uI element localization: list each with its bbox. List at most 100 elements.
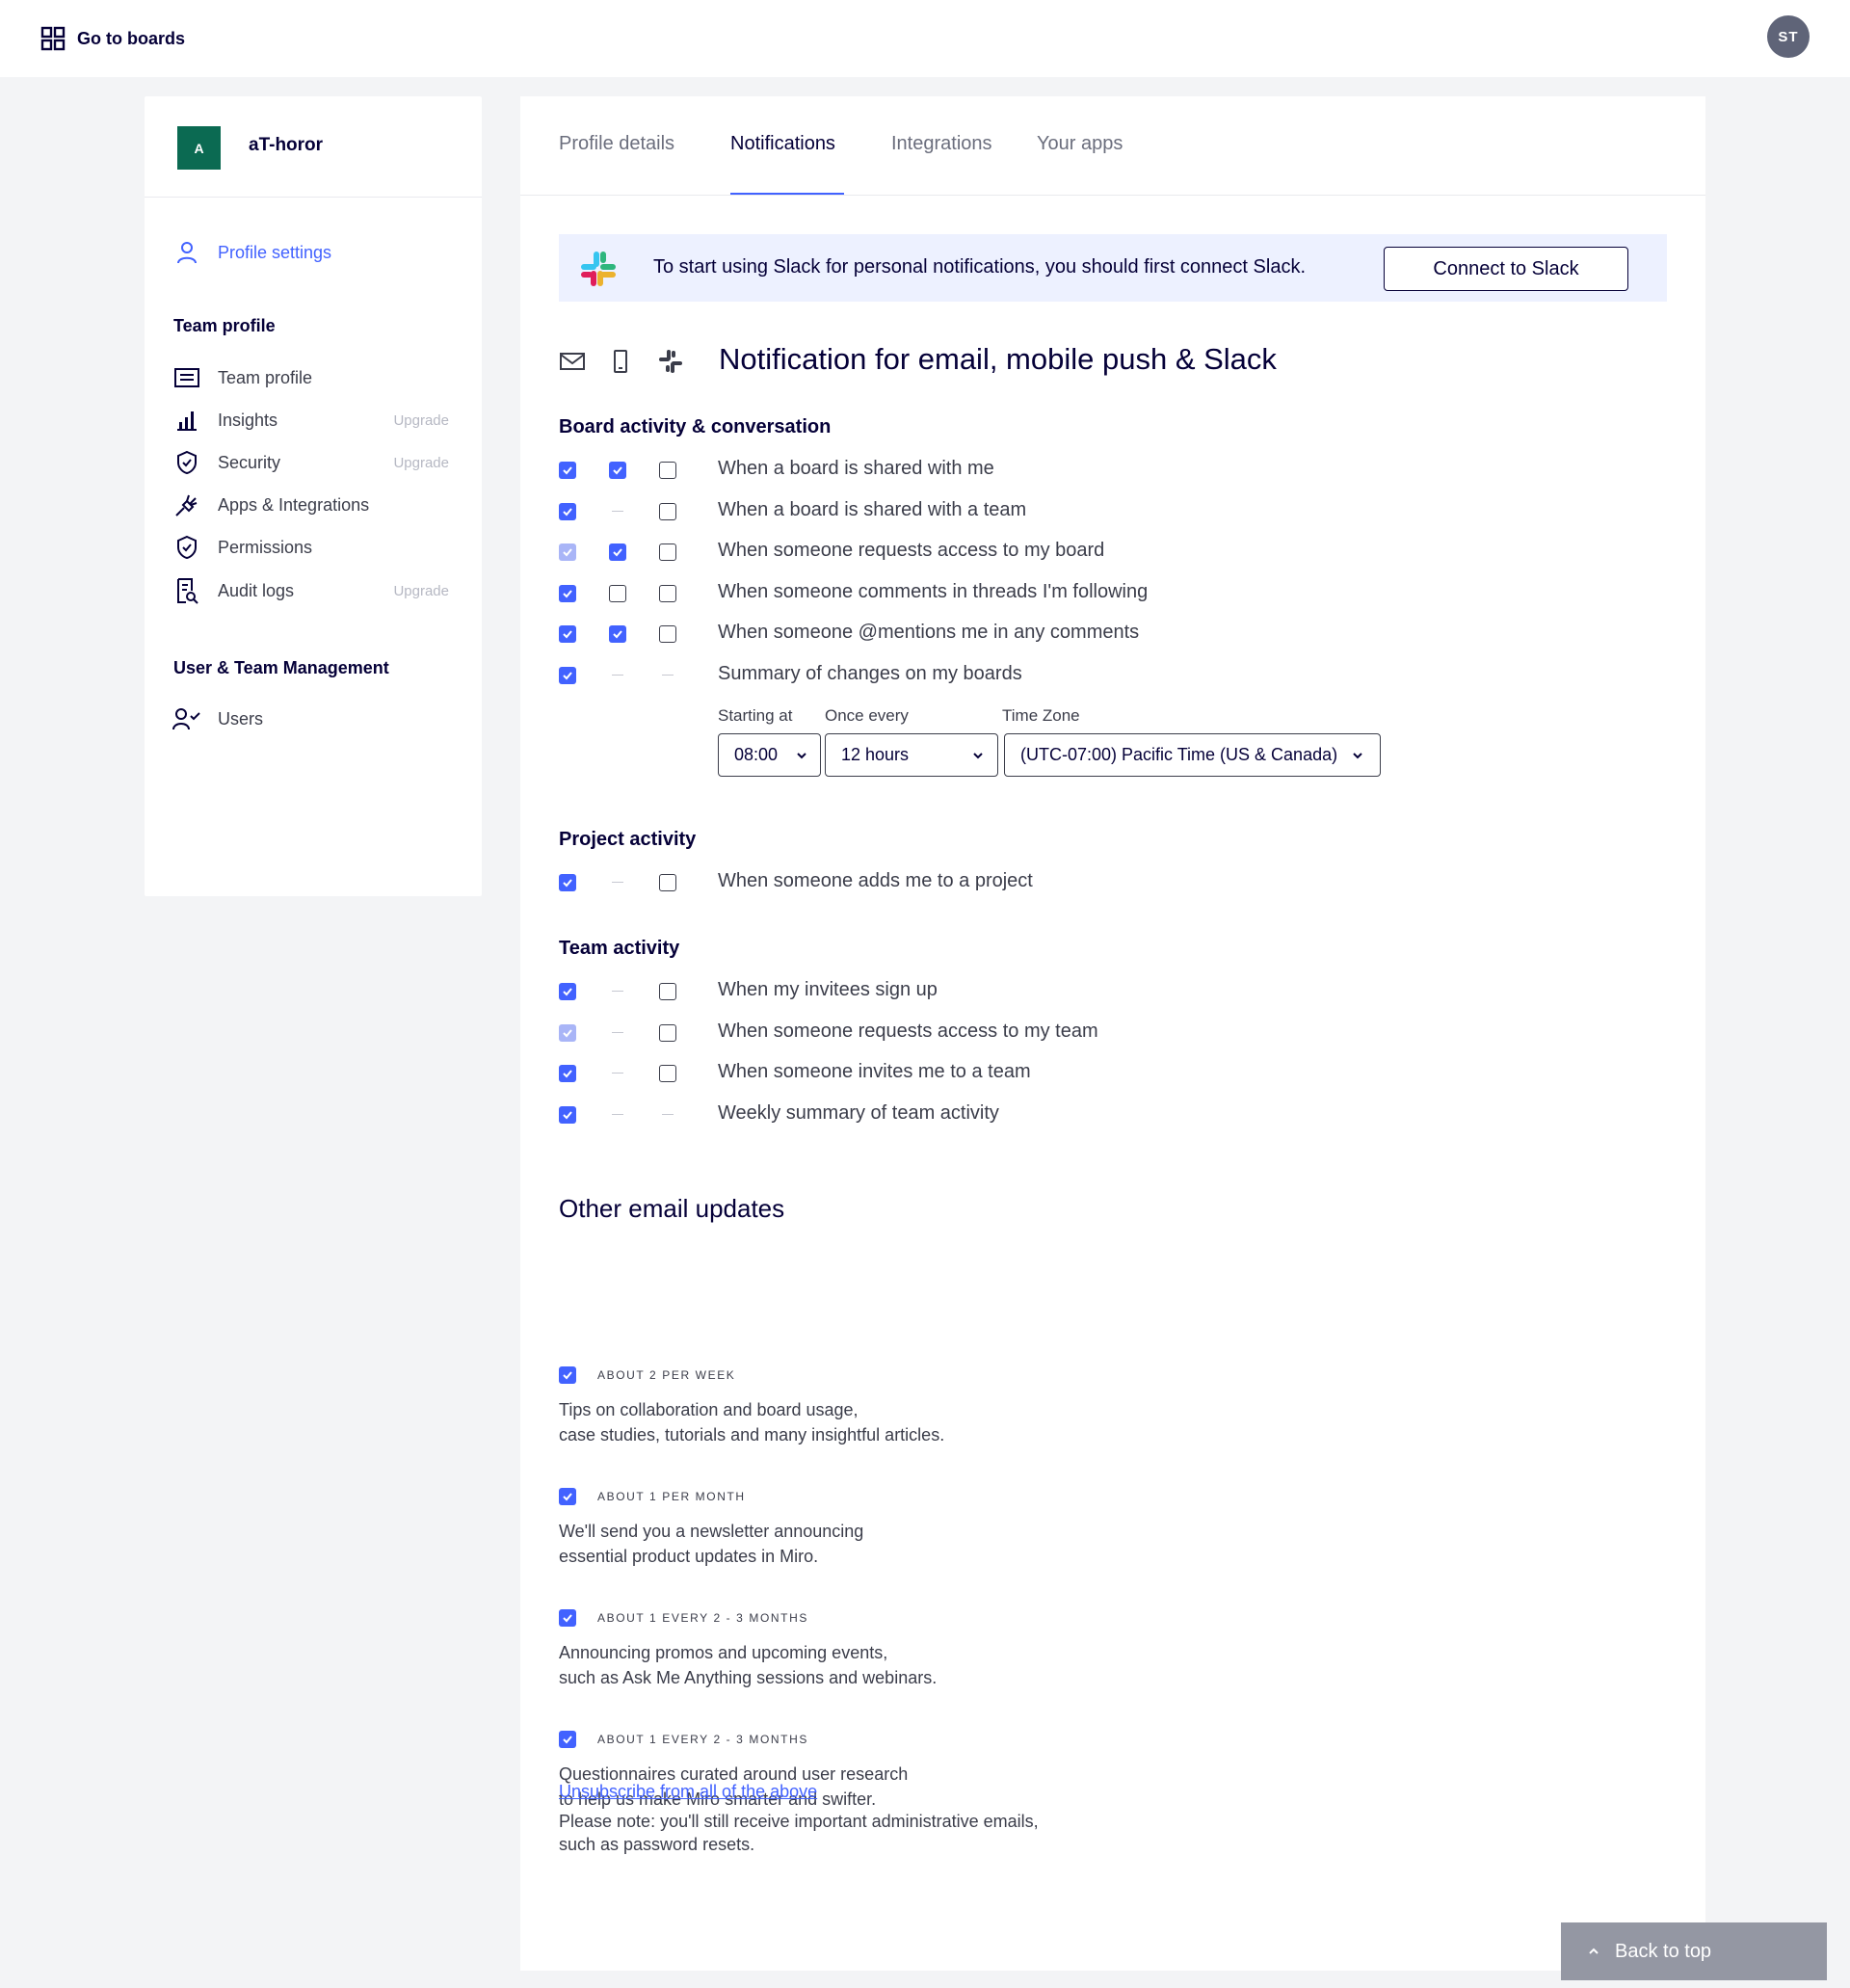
- slack-checkbox[interactable]: [659, 584, 676, 602]
- notification-label: Summary of changes on my boards: [718, 663, 1022, 684]
- email-checkbox[interactable]: [559, 462, 576, 479]
- shield-check-icon: [172, 532, 202, 563]
- sidebar-item-label: Audit logs: [218, 580, 295, 600]
- team-logo: A: [177, 126, 221, 170]
- user-avatar[interactable]: ST: [1767, 15, 1810, 58]
- upgrade-badge[interactable]: Upgrade: [393, 412, 449, 429]
- sidebar-item-audit-logs[interactable]: Audit logs Upgrade: [172, 575, 461, 606]
- slack-checkbox[interactable]: [659, 462, 676, 479]
- time-zone-label: Time Zone: [1002, 706, 1080, 725]
- slack-checkbox[interactable]: [659, 543, 676, 562]
- email-update-checkbox[interactable]: [559, 1731, 576, 1748]
- slack-banner: To start using Slack for personal notifi…: [559, 234, 1667, 302]
- team-header: A aT-horor: [145, 96, 482, 198]
- email-checkbox[interactable]: [559, 983, 576, 1000]
- tab-bar: Profile details Notifications Integratio…: [520, 96, 1705, 196]
- time-zone-select[interactable]: (UTC-07:00) Pacific Time (US & Canada): [1004, 733, 1381, 777]
- grid-icon: [40, 26, 66, 51]
- email-update-checkbox[interactable]: [559, 1488, 576, 1505]
- other-email-updates-title: Other email updates: [559, 1194, 785, 1223]
- mobile-not-available: [612, 1031, 623, 1033]
- email-update-checkbox[interactable]: [559, 1366, 576, 1384]
- unsubscribe-link[interactable]: Unsubscribe from all of the above: [559, 1782, 817, 1802]
- chevron-down-icon: [973, 753, 983, 759]
- main-panel: Profile details Notifications Integratio…: [520, 96, 1705, 1971]
- user-team-management-section-title: User & Team Management: [173, 658, 389, 677]
- mobile-not-available: [612, 1113, 623, 1115]
- go-to-boards-link[interactable]: Go to boards: [40, 25, 185, 52]
- board-activity-title: Board activity & conversation: [559, 416, 832, 437]
- mobile-checkbox[interactable]: [609, 625, 626, 644]
- slack-checkbox[interactable]: [659, 874, 676, 891]
- top-bar: Go to boards ST: [0, 0, 1850, 77]
- email-icon: [560, 353, 585, 370]
- notification-row: When someone requests access to my team: [559, 1019, 1619, 1047]
- description-line: We'll send you a newsletter announcing: [559, 1522, 864, 1541]
- go-to-boards-label: Go to boards: [77, 28, 185, 48]
- sidebar-item-permissions[interactable]: Permissions: [172, 532, 461, 563]
- sidebar-item-label: Team profile: [218, 367, 313, 387]
- upgrade-badge[interactable]: Upgrade: [393, 455, 449, 471]
- email-checkbox[interactable]: [559, 625, 576, 644]
- email-checkbox: [559, 1023, 576, 1042]
- user-check-icon: [172, 703, 202, 734]
- slack-checkbox[interactable]: [659, 625, 676, 644]
- once-every-select[interactable]: 12 hours: [825, 733, 998, 777]
- sidebar-item-profile-settings[interactable]: Profile settings: [172, 237, 461, 268]
- email-checkbox[interactable]: [559, 1065, 576, 1083]
- slack-checkbox[interactable]: [659, 502, 676, 520]
- chevron-down-icon: [1353, 753, 1362, 759]
- notification-label: When a board is shared with me: [718, 458, 994, 479]
- email-checkbox[interactable]: [559, 584, 576, 602]
- notification-label: When a board is shared with a team: [718, 498, 1027, 520]
- tab-profile-details[interactable]: Profile details: [559, 133, 674, 155]
- notification-label: When someone invites me to a team: [718, 1061, 1031, 1083]
- mobile-checkbox[interactable]: [609, 462, 626, 479]
- sidebar: A aT-horor Profile settings Team profile…: [145, 96, 482, 896]
- description-line: essential product updates in Miro.: [559, 1547, 819, 1566]
- description-line: case studies, tutorials and many insight…: [559, 1425, 945, 1445]
- notification-row: When someone requests access to my board: [559, 538, 1619, 567]
- tab-integrations[interactable]: Integrations: [891, 133, 992, 155]
- upgrade-badge[interactable]: Upgrade: [393, 583, 449, 599]
- connect-to-slack-button[interactable]: Connect to Slack: [1384, 247, 1628, 291]
- sidebar-item-label: Apps & Integrations: [218, 494, 370, 515]
- tab-your-apps[interactable]: Your apps: [1037, 133, 1123, 155]
- email-checkbox[interactable]: [559, 502, 576, 520]
- mobile-not-available: [612, 991, 623, 992]
- once-every-value: 12 hours: [841, 745, 910, 764]
- shield-icon: [172, 447, 202, 478]
- email-update-checkbox[interactable]: [559, 1609, 576, 1627]
- sidebar-item-apps-integrations[interactable]: Apps & Integrations: [172, 490, 461, 520]
- notification-title: Notification for email, mobile push & Sl…: [719, 342, 1277, 376]
- slack-not-available: [662, 675, 674, 676]
- description-line: Announcing promos and upcoming events,: [559, 1643, 888, 1662]
- mobile-checkbox[interactable]: [609, 584, 626, 602]
- description-line: such as Ask Me Anything sessions and web…: [559, 1668, 938, 1687]
- sidebar-item-insights[interactable]: Insights Upgrade: [172, 405, 461, 436]
- slack-checkbox[interactable]: [659, 1065, 676, 1083]
- sidebar-item-security[interactable]: Security Upgrade: [172, 447, 461, 478]
- slack-checkbox[interactable]: [659, 983, 676, 1000]
- sidebar-item-users[interactable]: Users: [172, 703, 461, 734]
- tab-notifications[interactable]: Notifications: [730, 133, 835, 155]
- mobile-checkbox[interactable]: [609, 543, 626, 562]
- starting-at-select[interactable]: 08:00: [718, 733, 821, 777]
- notification-label: When my invitees sign up: [718, 979, 938, 1000]
- notification-row: When someone @mentions me in any comment…: [559, 620, 1619, 649]
- slack-icon: [659, 350, 682, 373]
- user-icon: [172, 237, 202, 268]
- email-checkbox[interactable]: [559, 874, 576, 891]
- note-line: Please note: you'll still receive import…: [559, 1812, 1039, 1831]
- slack-checkbox[interactable]: [659, 1023, 676, 1042]
- sidebar-item-team-profile[interactable]: Team profile: [172, 362, 461, 393]
- time-zone-value: (UTC-07:00) Pacific Time (US & Canada): [1020, 745, 1338, 764]
- email-checkbox[interactable]: [559, 667, 576, 684]
- back-to-top-button[interactable]: Back to top: [1561, 1922, 1827, 1980]
- notification-label: When someone @mentions me in any comment…: [718, 622, 1140, 644]
- description-line: Tips on collaboration and board usage,: [559, 1400, 859, 1419]
- once-every-label: Once every: [825, 706, 909, 725]
- email-checkbox[interactable]: [559, 1105, 576, 1124]
- starting-at-value: 08:00: [734, 745, 779, 764]
- email-frequency-label: ABOUT 1 EVERY 2 - 3 MONTHS: [597, 1611, 808, 1625]
